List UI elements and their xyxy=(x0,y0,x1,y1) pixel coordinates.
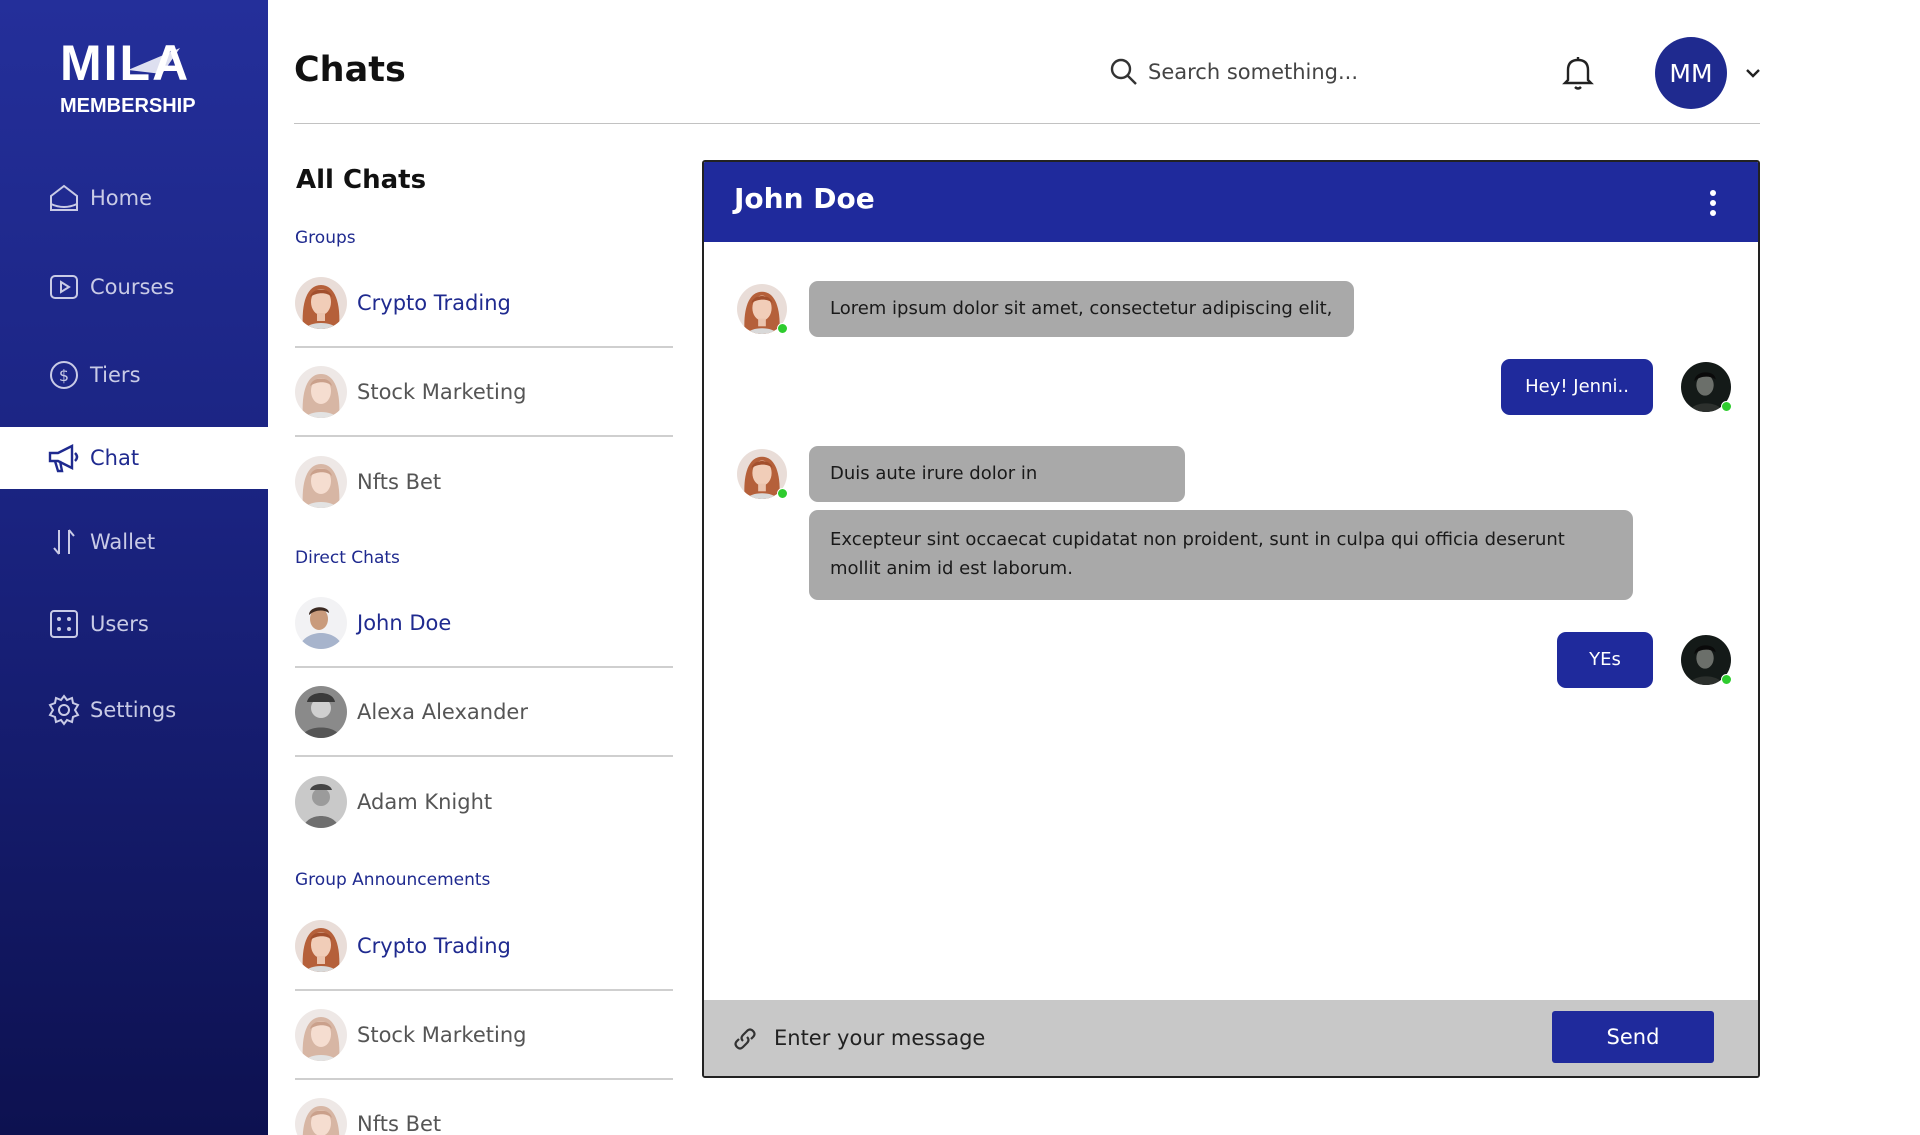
chat-row-crypto-trading[interactable]: Crypto Trading xyxy=(295,903,673,991)
sidebar-item-settings[interactable]: Settings xyxy=(0,679,268,741)
chat-name: Alexa Alexander xyxy=(357,700,528,724)
avatar xyxy=(295,456,347,508)
bell-icon[interactable] xyxy=(1560,52,1596,92)
online-indicator xyxy=(1721,401,1732,412)
section-label-group-announcements: Group Announcements xyxy=(295,870,491,890)
message-input[interactable] xyxy=(774,1018,1474,1058)
page-title: Chats xyxy=(294,50,406,90)
logo-subtitle: MEMBERSHIP xyxy=(60,95,196,117)
chat-name: Crypto Trading xyxy=(357,934,511,958)
chat-row-stock-marketing[interactable]: Stock Marketing xyxy=(295,992,673,1080)
section-label-direct-chats: Direct Chats xyxy=(295,548,400,568)
sidebar-item-users[interactable]: Users xyxy=(0,593,268,655)
sidebar-item-courses[interactable]: Courses xyxy=(0,256,268,318)
sidebar-item-label: Users xyxy=(90,612,149,636)
chevron-down-icon[interactable] xyxy=(1742,62,1764,84)
logo-image: MILA MEMBERSHIP xyxy=(60,35,196,117)
transfer-icon xyxy=(47,525,81,559)
megaphone-icon xyxy=(47,441,81,475)
sidebar-item-label: Tiers xyxy=(90,363,141,387)
sidebar-item-label: Wallet xyxy=(90,530,156,554)
online-indicator xyxy=(777,323,788,334)
message-incoming: Excepteur sint occaecat cupidatat non pr… xyxy=(809,510,1633,600)
chat-name: Adam Knight xyxy=(357,790,493,814)
avatar xyxy=(295,597,347,649)
chat-row-stock-marketing[interactable]: Stock Marketing xyxy=(295,349,673,437)
play-icon xyxy=(47,270,81,304)
user-avatar[interactable]: MM xyxy=(1655,37,1727,109)
chat-contact-name: John Doe xyxy=(734,182,875,215)
message-outgoing: YEs xyxy=(1557,632,1653,688)
chat-row-nfts-bet[interactable]: Nfts Bet xyxy=(295,1080,673,1135)
message-incoming: Duis aute irure dolor in reprehenderit xyxy=(809,446,1185,540)
chat-name: John Doe xyxy=(357,611,452,635)
chat-name: Stock Marketing xyxy=(357,1023,527,1047)
chat-row-john-doe[interactable]: John Doe xyxy=(295,580,673,668)
sidebar-item-label: Chat xyxy=(90,446,140,470)
chat-window: John Doe Lorem ipsum dolor sit amet, con… xyxy=(702,160,1760,1078)
sidebar-item-home[interactable]: Home xyxy=(0,167,268,229)
sidebar-item-chat[interactable]: Chat xyxy=(0,427,268,489)
message-incoming: Lorem ipsum dolor sit amet, consectetur … xyxy=(809,281,1354,337)
message-outgoing: Hey! Jenni.. xyxy=(1501,359,1653,415)
gear-icon xyxy=(47,693,81,727)
users-grid-icon xyxy=(47,607,81,641)
search-input[interactable] xyxy=(1148,60,1448,84)
search-icon xyxy=(1110,58,1137,85)
avatar xyxy=(295,277,347,329)
brand-logo[interactable]: MILA MEMBERSHIP xyxy=(58,30,216,120)
page: MILA MEMBERSHIP Home Courses $ Tiers Cha… xyxy=(0,0,1920,1135)
svg-text:$: $ xyxy=(59,366,69,385)
logo-wordmark: MILA xyxy=(60,35,190,91)
chat-row-adam-knight[interactable]: Adam Knight xyxy=(295,758,673,846)
search-bar[interactable] xyxy=(1108,52,1468,92)
chat-row-alexa-alexander[interactable]: Alexa Alexander xyxy=(295,669,673,757)
sidebar-item-label: Courses xyxy=(90,275,175,299)
more-options-icon[interactable] xyxy=(1708,190,1718,220)
section-label-groups: Groups xyxy=(295,228,356,248)
send-button[interactable]: Send xyxy=(1552,1011,1714,1063)
avatar xyxy=(295,1009,347,1061)
chat-name: Nfts Bet xyxy=(357,1112,442,1135)
chat-row-nfts-bet[interactable]: Nfts Bet xyxy=(295,438,673,526)
chat-name: Nfts Bet xyxy=(357,470,442,494)
chat-name: Crypto Trading xyxy=(357,291,511,315)
avatar xyxy=(295,776,347,828)
header-divider xyxy=(294,123,1760,124)
sidebar-item-tiers[interactable]: $ Tiers xyxy=(0,344,268,406)
avatar xyxy=(295,686,347,738)
sidebar: MILA MEMBERSHIP Home Courses $ Tiers Cha… xyxy=(0,0,268,1135)
home-icon xyxy=(47,181,81,215)
dollar-icon: $ xyxy=(47,358,81,392)
message-composer: Send xyxy=(704,1000,1758,1076)
sidebar-item-label: Settings xyxy=(90,698,177,722)
link-icon[interactable] xyxy=(732,1026,758,1052)
chat-list-title: All Chats xyxy=(296,165,427,195)
online-indicator xyxy=(1721,674,1732,685)
sidebar-item-label: Home xyxy=(90,186,153,210)
chat-row-crypto-trading[interactable]: Crypto Trading xyxy=(295,260,673,348)
avatar xyxy=(295,1098,347,1135)
avatar xyxy=(295,366,347,418)
chat-header: John Doe xyxy=(704,162,1758,242)
avatar xyxy=(295,920,347,972)
online-indicator xyxy=(777,488,788,499)
chat-name: Stock Marketing xyxy=(357,380,527,404)
sidebar-item-wallet[interactable]: Wallet xyxy=(0,511,268,573)
